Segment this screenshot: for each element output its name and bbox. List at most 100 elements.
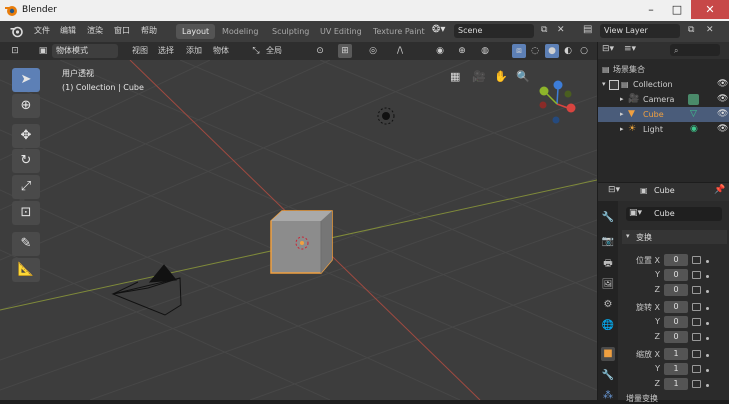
rotation-y-field[interactable]: 0 [664,316,688,328]
tab-texture-paint[interactable]: Texture Paint [367,24,431,39]
menu-file[interactable]: 文件 [34,25,50,36]
transform-tool-button[interactable]: ⊡ [12,201,40,225]
view-layer-field[interactable]: View Layer [600,24,680,38]
object-tab-icon[interactable]: ■ [601,347,615,361]
keyframe-dot-icon[interactable] [706,260,709,263]
camera-data-icon[interactable] [688,94,699,105]
menu-add[interactable]: 添加 [186,45,202,57]
expand-arrow-icon[interactable]: ▸ [620,122,624,137]
tab-uv-editing[interactable]: UV Editing [314,24,368,39]
falloff-icon[interactable]: /\ [393,44,407,58]
select-tool-button[interactable]: ➤ [12,68,40,92]
keyframe-dot-icon[interactable] [706,322,709,325]
output-tab-icon[interactable]: 🖶 [601,257,615,271]
lock-icon[interactable] [692,365,701,373]
overlay-icon[interactable]: ◍ [478,44,492,58]
outliner-row-collection[interactable]: ▾ ▤ Collection 👁 [598,77,729,92]
rotate-tool-button[interactable]: ↻ [12,149,40,173]
menu-help[interactable]: 帮助 [141,25,157,36]
viewport-scene[interactable] [0,60,597,400]
keyframe-dot-icon[interactable] [706,384,709,387]
solid-shading-icon[interactable]: ● [545,44,559,58]
scale-x-field[interactable]: 1 [664,348,688,360]
proportional-edit-icon[interactable]: ◎ [366,44,380,58]
location-z-field[interactable]: 0 [664,284,688,296]
menu-window[interactable]: 窗口 [114,25,130,36]
hand-pan-icon[interactable]: ✋ [494,70,508,83]
annotate-tool-button[interactable]: ✎ [12,232,40,256]
scene-tab-icon[interactable]: ⚙ [601,298,615,312]
3d-viewport[interactable]: 用户透视 (1) Collection | Cube ➤ ⊕ ✥ ↻ ⤢ ⊡ ✎… [0,60,597,400]
delta-transform-panel-header[interactable]: 增量变换 [626,393,658,404]
navigation-gizmo[interactable] [530,74,584,130]
outliner-search-field[interactable]: ⌕ [670,44,720,56]
outliner-editor-icon[interactable]: ⊟▾ [602,44,614,54]
blender-menu-icon[interactable] [10,25,24,38]
maximize-button[interactable]: □ [664,0,690,19]
menu-render[interactable]: 渲染 [87,25,103,36]
world-tab-icon[interactable]: 🌐 [601,319,615,333]
light-data-icon[interactable]: ◉ [690,122,698,137]
lock-icon[interactable] [692,380,701,388]
scene-collection-row[interactable]: ▤ 场景集合 [598,62,729,77]
lock-icon[interactable] [692,318,701,326]
keyframe-dot-icon[interactable] [706,369,709,372]
keyframe-dot-icon[interactable] [706,354,709,357]
view-layer-tab-icon[interactable]: 🖼 [601,278,615,292]
scale-tool-button[interactable]: ⤢ [12,175,40,199]
scene-selector-icon[interactable]: ❂▾ [432,24,445,35]
lock-icon[interactable] [692,350,701,358]
rotation-x-field[interactable]: 0 [664,301,688,313]
copy-view-layer-icon[interactable]: ⧉ [688,25,694,35]
modifier-tab-icon[interactable]: 🔧 [601,369,615,383]
menu-object[interactable]: 物体 [213,45,229,57]
tool-tab-icon[interactable]: 🔧 [601,211,615,225]
grid-icon[interactable]: ▦ [450,70,460,83]
scale-z-field[interactable]: 1 [664,378,688,390]
tab-layout[interactable]: Layout [176,24,216,39]
lock-icon[interactable] [692,303,701,311]
rotation-z-field[interactable]: 0 [664,331,688,343]
camera-view-icon[interactable]: 🎥 [472,70,486,83]
display-mode-icon[interactable]: ≡▾ [624,44,636,54]
object-name-field[interactable]: ▣▾ Cube [626,207,722,221]
expand-arrow-icon[interactable]: ▸ [620,107,624,122]
menu-select[interactable]: 选择 [158,45,174,57]
light-object[interactable] [377,107,395,125]
keyframe-dot-icon[interactable] [706,290,709,293]
copy-scene-icon[interactable]: ⧉ [541,25,547,35]
snap-icon[interactable]: ⊞ [338,44,352,58]
eye-icon[interactable]: 👁 [717,92,728,107]
orientation-dropdown[interactable]: 全局 [266,45,282,57]
cursor-tool-button[interactable]: ⊕ [12,94,40,118]
material-shading-icon[interactable]: ◐ [561,44,575,58]
lock-icon[interactable] [692,286,701,294]
menu-view[interactable]: 视图 [132,45,148,57]
properties-editor-icon[interactable]: ⊟▾ [608,185,620,195]
outliner-row-light[interactable]: ▸ ☀ Light ◉ 👁 [598,122,729,137]
mode-dropdown[interactable]: 物体模式 [52,44,118,58]
rendered-shading-icon[interactable]: ○ [577,44,591,58]
location-x-field[interactable]: 0 [664,254,688,266]
outliner-row-camera[interactable]: ▸ 🎥 Camera 👁 [598,92,729,107]
tab-sculpting[interactable]: Sculpting [266,24,315,39]
delete-scene-icon[interactable]: ✕ [557,25,565,35]
expand-arrow-icon[interactable]: ▸ [620,92,624,107]
pivot-point-icon[interactable]: ⊙ [313,44,327,58]
editor-type-icon[interactable]: ⊡ [8,44,22,58]
lock-icon[interactable] [692,333,701,341]
xray-icon[interactable]: ⧈ [512,44,526,58]
pin-icon[interactable]: 📌 [714,185,725,195]
eye-icon[interactable]: 👁 [717,77,728,92]
tab-modeling[interactable]: Modeling [216,24,264,39]
render-tab-icon[interactable]: 📷 [601,235,615,249]
transform-orientation-icon[interactable]: ⤡ [249,44,263,58]
minimize-button[interactable]: – [638,0,664,19]
measure-tool-button[interactable]: 📐 [12,258,40,282]
eye-icon[interactable]: 👁 [717,122,728,137]
mesh-data-icon[interactable]: ▽ [690,107,697,122]
location-y-field[interactable]: 0 [664,269,688,281]
transform-panel-header[interactable]: ▾ 变换 [622,230,727,244]
scale-y-field[interactable]: 1 [664,363,688,375]
zoom-icon[interactable]: 🔍 [516,70,530,83]
